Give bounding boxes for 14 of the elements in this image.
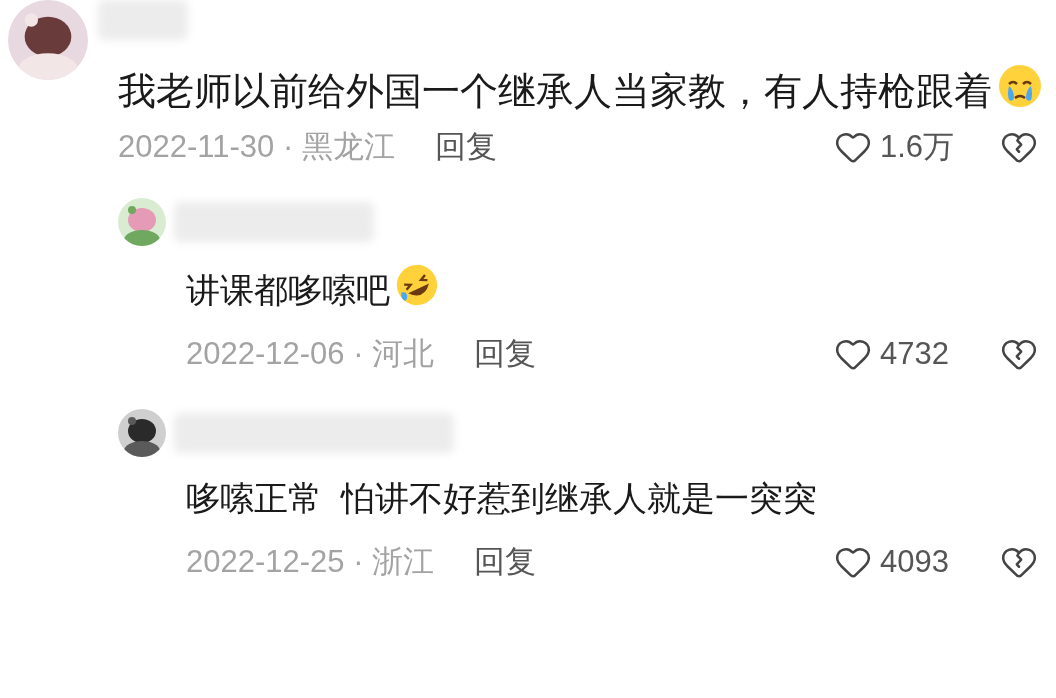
reply-text: 讲课都哆嗦吧 (186, 262, 1056, 315)
comment-text: 我老师以前给外国一个继承人当家教，有人持枪跟着 (118, 62, 1056, 118)
reply-button[interactable]: 回复 (474, 330, 537, 378)
reply-button[interactable]: 回复 (474, 538, 537, 586)
like-count: 1.6万 (880, 127, 956, 166)
timestamp-location: 2022-12-06 · 河北 (186, 334, 435, 373)
reply-text: 哆嗦正常 怕讲不好惹到继承人就是一突突 (186, 478, 818, 519)
timestamp-location: 2022-12-25 · 浙江 (186, 542, 435, 581)
timestamp-location: 2022-11-30 · 黑龙江 (118, 127, 395, 166)
laughing-face-icon (394, 262, 440, 308)
crying-face-icon (996, 62, 1044, 110)
like-count: 4093 (880, 542, 950, 581)
reply-button[interactable]: 回复 (434, 123, 497, 171)
like-count: 4732 (880, 334, 950, 373)
